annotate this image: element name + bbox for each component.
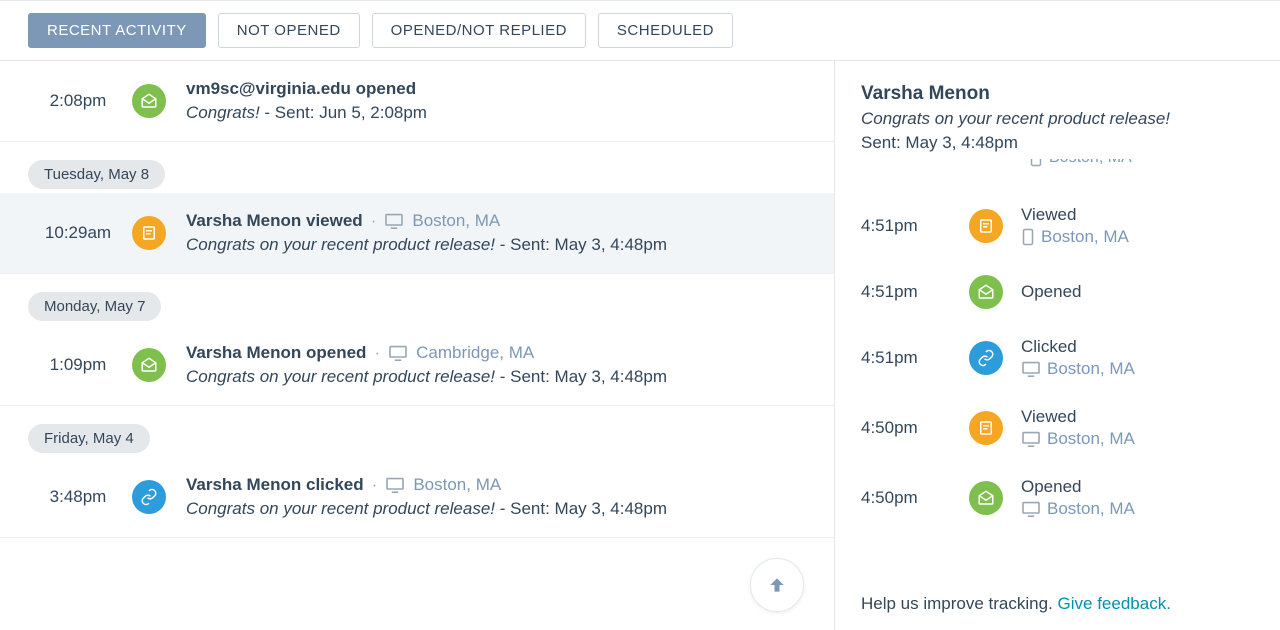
event-location: Boston, MA: [1047, 429, 1135, 449]
arrow-up-icon: [767, 575, 787, 595]
tab-recent-activity[interactable]: RECENT ACTIVITY: [28, 13, 206, 48]
activity-action: opened: [356, 79, 416, 98]
mobile-icon: [1021, 228, 1035, 246]
event-location: Boston, MA: [1047, 359, 1135, 379]
desktop-icon: [384, 213, 404, 229]
envelope-open-icon: [969, 275, 1003, 309]
detail-event-row[interactable]: 4:51pm Clicked Boston, MA: [861, 323, 1254, 393]
event-time: 4:51pm: [861, 282, 969, 302]
activity-subject: Congrats!: [186, 103, 260, 122]
event-action: Opened: [1021, 477, 1254, 497]
give-feedback-link[interactable]: Give feedback.: [1058, 594, 1171, 613]
activity-time: 2:08pm: [24, 91, 132, 111]
separator-dot: ·: [374, 343, 380, 363]
event-action: Clicked: [1021, 337, 1254, 357]
desktop-icon: [388, 345, 408, 361]
activity-row[interactable]: 1:09pm Varsha Menon opened · Cambridge, …: [0, 325, 834, 406]
activity-contact: Varsha Menon: [186, 343, 301, 362]
activity-sent: - Sent: May 3, 4:48pm: [495, 367, 667, 386]
activity-feed: 2:08pm vm9sc@virginia.edu opened Congrat…: [0, 61, 835, 630]
activity-contact: Varsha Menon: [186, 211, 301, 230]
event-location: Boston, MA: [1041, 227, 1129, 247]
tabs-bar: RECENT ACTIVITY NOT OPENED OPENED/NOT RE…: [0, 0, 1280, 61]
date-group: Tuesday, May 8: [28, 160, 165, 189]
event-location: Boston, MA: [1047, 499, 1135, 519]
document-view-icon: [132, 216, 166, 250]
link-click-icon: [969, 341, 1003, 375]
activity-subject: Congrats on your recent product release!: [186, 235, 495, 254]
envelope-open-icon: [969, 481, 1003, 515]
event-time: 4:51pm: [861, 348, 969, 368]
event-time: 4:50pm: [861, 488, 969, 508]
event-action: Opened: [1021, 282, 1254, 302]
activity-time: 3:48pm: [24, 487, 132, 507]
separator-dot: ·: [371, 211, 377, 231]
detail-panel: Varsha Menon Congrats on your recent pro…: [835, 61, 1280, 630]
desktop-icon: [1021, 361, 1041, 377]
separator-dot: ·: [372, 475, 378, 495]
detail-event-row[interactable]: 4:51pm Viewed Boston, MA: [861, 191, 1254, 261]
desktop-icon: [1021, 501, 1041, 517]
activity-action: clicked: [306, 475, 364, 494]
activity-sent: - Sent: May 3, 4:48pm: [495, 499, 667, 518]
date-group: Friday, May 4: [28, 424, 150, 453]
activity-time: 10:29am: [24, 223, 132, 243]
detail-event-row[interactable]: 4:51pm Opened: [861, 261, 1254, 323]
detail-cutoff-row: Boston, MA: [861, 159, 1254, 173]
activity-sent: - Sent: May 3, 4:48pm: [495, 235, 667, 254]
detail-subject: Congrats on your recent product release!: [861, 109, 1254, 129]
activity-action: viewed: [306, 211, 363, 230]
activity-subject: Congrats on your recent product release!: [186, 499, 495, 518]
activity-location: Boston, MA: [412, 211, 500, 231]
event-time: 4:51pm: [861, 216, 969, 236]
detail-event-row[interactable]: 4:50pm Viewed Boston, MA: [861, 393, 1254, 463]
detail-sent: Sent: May 3, 4:48pm: [861, 133, 1254, 153]
event-action: Viewed: [1021, 407, 1254, 427]
document-view-icon: [969, 411, 1003, 445]
date-group: Monday, May 7: [28, 292, 161, 321]
desktop-icon: [385, 477, 405, 493]
activity-contact: Varsha Menon: [186, 475, 301, 494]
activity-location: Cambridge, MA: [416, 343, 534, 363]
desktop-icon: [1021, 431, 1041, 447]
activity-sent: - Sent: Jun 5, 2:08pm: [260, 103, 427, 122]
activity-action: opened: [306, 343, 366, 362]
activity-contact: vm9sc@virginia.edu: [186, 79, 351, 98]
tab-opened-not-replied[interactable]: OPENED/NOT REPLIED: [372, 13, 586, 48]
envelope-open-icon: [132, 348, 166, 382]
mobile-icon: [1029, 159, 1043, 167]
event-time: 4:50pm: [861, 418, 969, 438]
detail-event-row[interactable]: 4:50pm Opened Boston, MA: [861, 463, 1254, 533]
activity-location: Boston, MA: [413, 475, 501, 495]
document-view-icon: [969, 209, 1003, 243]
link-click-icon: [132, 480, 166, 514]
event-action: Viewed: [1021, 205, 1254, 225]
detail-contact-name: Varsha Menon: [861, 83, 1254, 105]
activity-row[interactable]: 3:48pm Varsha Menon clicked · Boston, MA…: [0, 457, 834, 538]
scroll-top-button[interactable]: [750, 558, 804, 612]
activity-row[interactable]: 10:29am Varsha Menon viewed · Boston, MA…: [0, 193, 834, 274]
activity-subject: Congrats on your recent product release!: [186, 367, 495, 386]
activity-time: 1:09pm: [24, 355, 132, 375]
tab-not-opened[interactable]: NOT OPENED: [218, 13, 360, 48]
activity-row[interactable]: 2:08pm vm9sc@virginia.edu opened Congrat…: [0, 61, 834, 142]
envelope-open-icon: [132, 84, 166, 118]
feedback-prompt: Help us improve tracking. Give feedback.: [861, 594, 1171, 614]
tab-scheduled[interactable]: SCHEDULED: [598, 13, 733, 48]
